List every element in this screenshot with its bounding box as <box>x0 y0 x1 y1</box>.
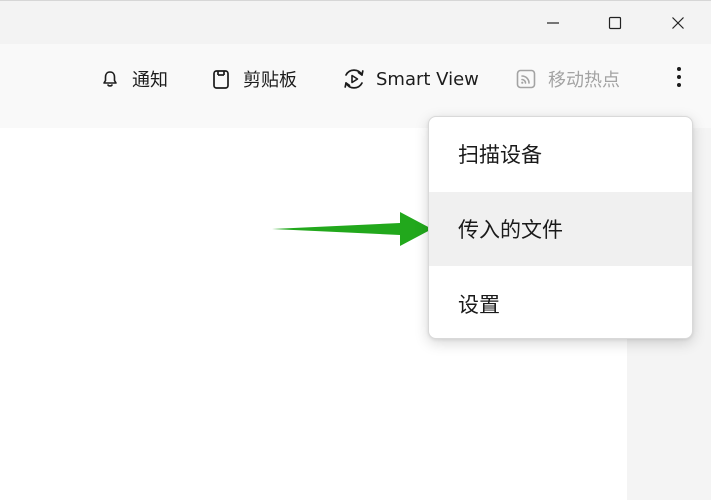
hotspot-icon <box>513 66 539 92</box>
smart-view-button[interactable]: Smart View <box>341 64 479 94</box>
menu-item-label: 扫描设备 <box>458 143 542 167</box>
more-options-menu: 扫描设备 传入的文件 设置 <box>428 116 693 339</box>
maximize-icon <box>608 16 622 29</box>
more-vertical-icon <box>677 67 681 87</box>
minimize-button[interactable] <box>530 1 576 44</box>
more-options-button[interactable] <box>664 62 694 92</box>
menu-item-settings[interactable]: 设置 <box>429 267 692 338</box>
close-icon <box>672 16 684 29</box>
app-window: 通知 剪贴板 Smart View 移动热点 扫描设备 传入的文件 设置 <box>0 0 711 500</box>
green-arrow-annotation <box>272 212 432 246</box>
mobile-hotspot-button[interactable]: 移动热点 <box>513 64 620 94</box>
clipboard-button[interactable]: 剪贴板 <box>208 64 297 94</box>
menu-item-received-files[interactable]: 传入的文件 <box>429 192 692 266</box>
close-button[interactable] <box>655 1 701 44</box>
maximize-button[interactable] <box>592 1 638 44</box>
clipboard-label: 剪贴板 <box>243 70 297 91</box>
menu-item-scan-devices[interactable]: 扫描设备 <box>429 117 692 191</box>
title-bar <box>0 1 711 44</box>
menu-item-label: 设置 <box>458 293 500 317</box>
smart-view-icon <box>341 66 367 92</box>
minimize-icon <box>547 21 559 24</box>
mobile-hotspot-label: 移动热点 <box>548 70 620 91</box>
notifications-button[interactable]: 通知 <box>97 64 168 94</box>
smart-view-label: Smart View <box>376 68 479 90</box>
clipboard-icon <box>208 66 234 92</box>
notifications-label: 通知 <box>132 70 168 91</box>
menu-item-label: 传入的文件 <box>458 218 563 242</box>
bell-icon <box>97 66 123 92</box>
